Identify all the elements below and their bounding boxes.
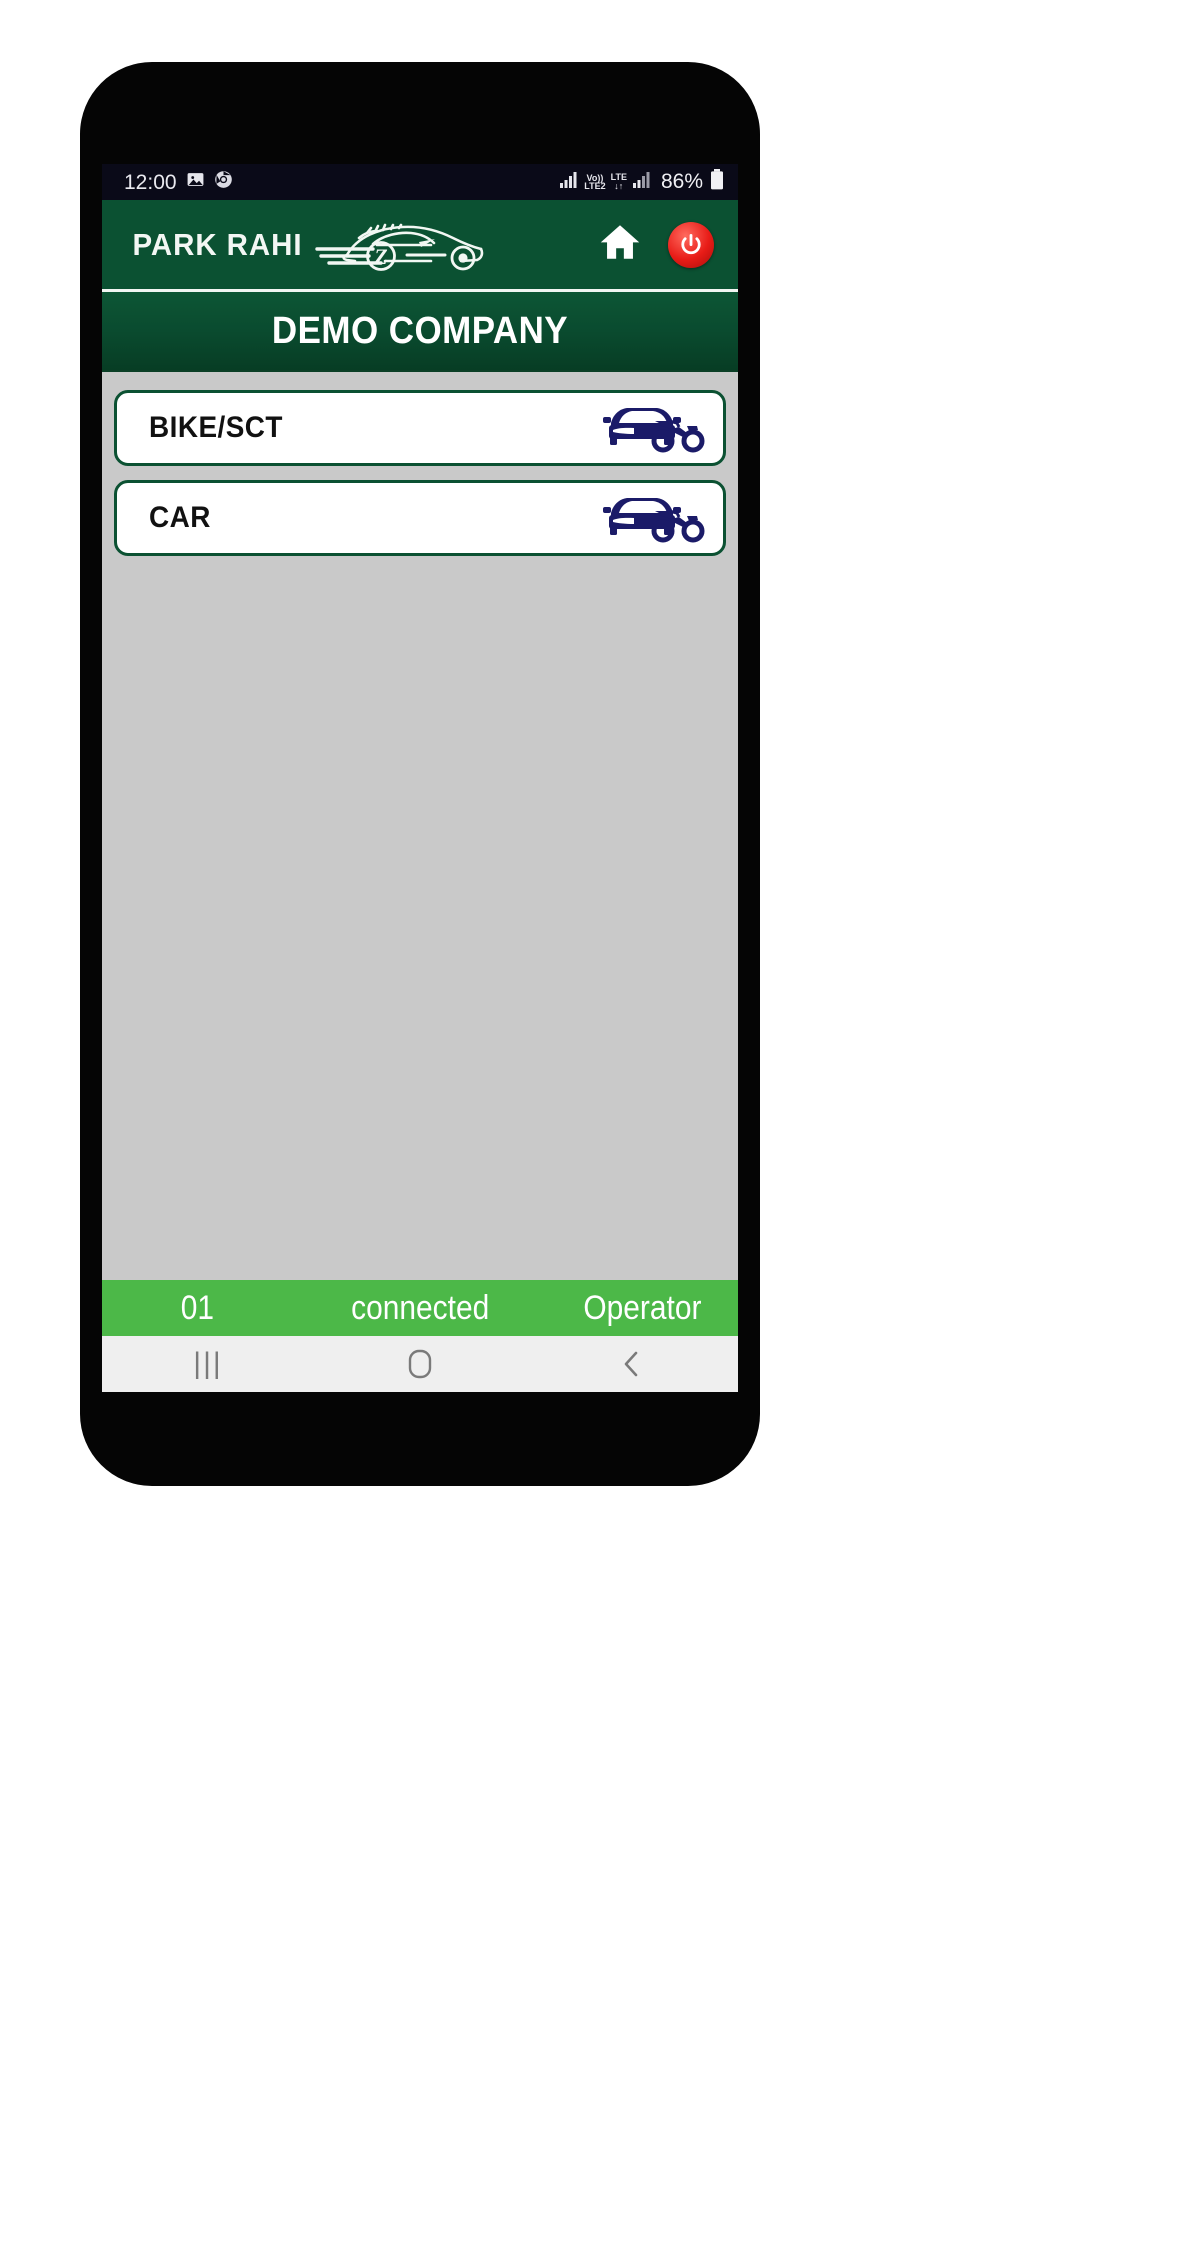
logo-badge-letter: Z bbox=[373, 244, 387, 269]
vehicle-type-card-car[interactable]: CAR bbox=[114, 480, 726, 556]
vehicle-type-list: BIKE/SCT CAR bbox=[102, 372, 738, 1280]
vehicle-type-label: CAR bbox=[149, 501, 211, 534]
gallery-icon bbox=[186, 170, 205, 194]
battery-full-icon bbox=[710, 169, 724, 195]
app-header-bar: PARK RAHI Z bbox=[102, 200, 738, 292]
power-icon[interactable] bbox=[668, 221, 714, 268]
data-arrows-icon: ↓↑ bbox=[614, 181, 624, 191]
signal-bars-sim1-icon bbox=[559, 171, 579, 193]
car-bike-icon bbox=[601, 399, 705, 458]
phone-screen: 12:00 Vo)) LTE2 LTE ↓↑ 86% PARK RAHI Z D… bbox=[102, 164, 738, 1392]
sports-car-logo-icon: Z bbox=[311, 211, 487, 278]
status-counter: 01 bbox=[180, 1288, 215, 1327]
brand-logo: PARK RAHI Z bbox=[128, 211, 487, 278]
status-connection: connected bbox=[350, 1288, 490, 1327]
recents-icon[interactable]: ||| bbox=[102, 1349, 314, 1379]
volte-sim-indicator: Vo)) LTE2 bbox=[584, 173, 606, 191]
car-bike-icon bbox=[601, 489, 705, 548]
android-nav-bar: ||| bbox=[102, 1336, 738, 1392]
home-square-icon[interactable] bbox=[314, 1348, 526, 1380]
back-chevron-icon[interactable] bbox=[526, 1348, 738, 1380]
app-status-bar: 01 connected Operator bbox=[102, 1280, 738, 1336]
status-bar-clock: 12:00 bbox=[124, 170, 177, 194]
phone-device-frame: 12:00 Vo)) LTE2 LTE ↓↑ 86% PARK RAHI Z D… bbox=[80, 62, 760, 1486]
header-actions bbox=[598, 221, 714, 268]
sim-label: LTE2 bbox=[584, 181, 606, 191]
brand-name-text: PARK RAHI bbox=[132, 226, 303, 262]
lte-data-indicator: LTE ↓↑ bbox=[611, 173, 627, 190]
company-name-text: DEMO COMPANY bbox=[271, 309, 569, 352]
chrome-icon bbox=[214, 170, 233, 194]
vehicle-type-label: BIKE/SCT bbox=[149, 411, 283, 444]
home-icon[interactable] bbox=[598, 221, 642, 268]
status-role: Operator bbox=[583, 1288, 702, 1327]
signal-bars-sim2-icon bbox=[632, 171, 652, 193]
battery-percent-label: 86% bbox=[660, 170, 703, 193]
vehicle-type-card-bike[interactable]: BIKE/SCT bbox=[114, 390, 726, 466]
android-status-bar: 12:00 Vo)) LTE2 LTE ↓↑ 86% bbox=[102, 164, 738, 200]
status-bar-right: Vo)) LTE2 LTE ↓↑ 86% bbox=[559, 169, 724, 195]
company-banner: DEMO COMPANY bbox=[102, 292, 738, 372]
status-bar-left: 12:00 bbox=[124, 170, 233, 194]
